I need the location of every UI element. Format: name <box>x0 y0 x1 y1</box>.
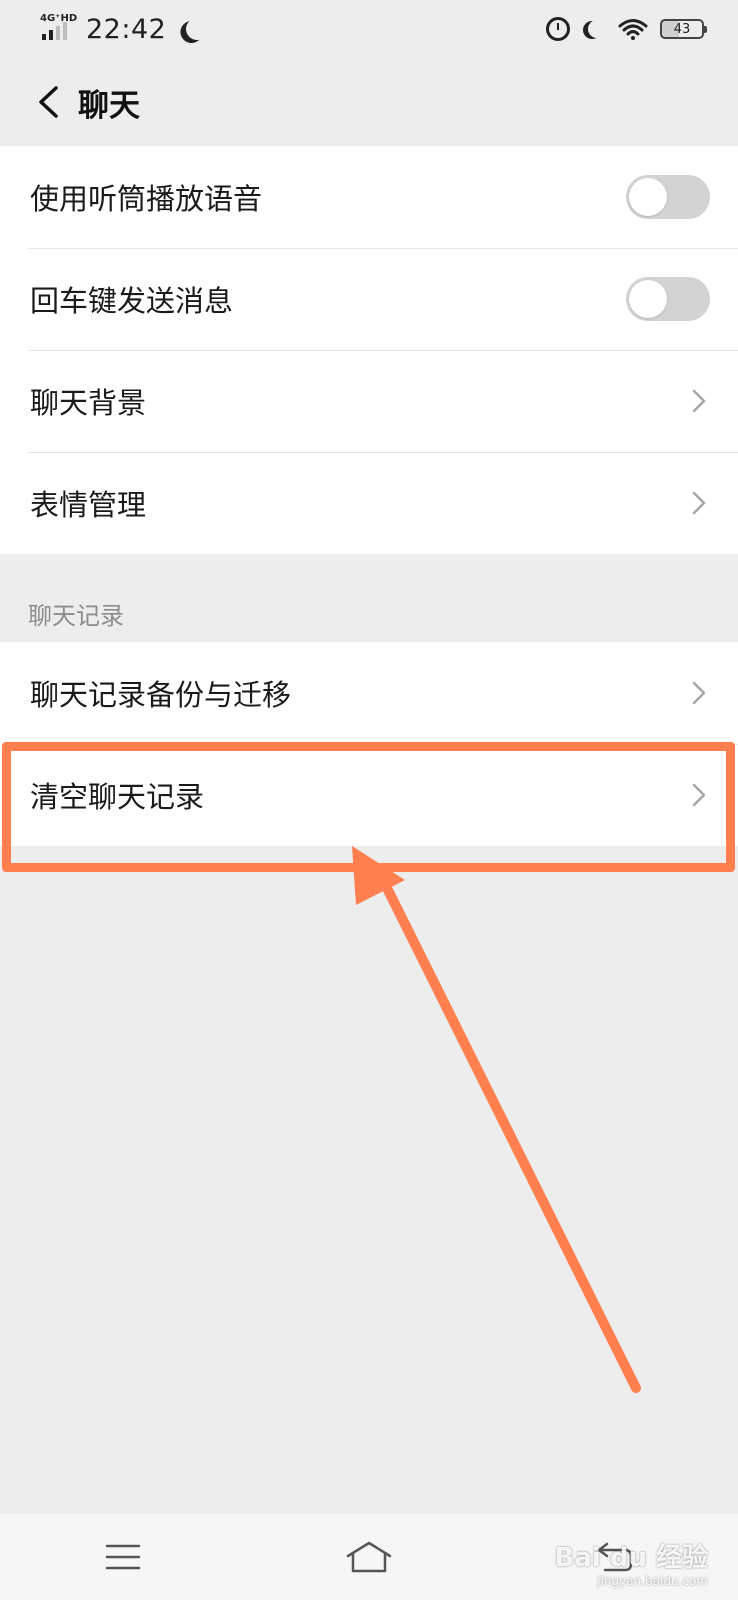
setting-row-chat-background[interactable]: 聊天背景 <box>0 350 738 452</box>
earpiece-toggle[interactable] <box>626 175 710 219</box>
setting-label: 使用听筒播放语音 <box>30 182 263 216</box>
menu-icon[interactable] <box>83 1527 163 1587</box>
setting-row-backup-migrate[interactable]: 聊天记录备份与迁移 <box>0 642 738 744</box>
page-title: 聊天 <box>78 87 140 124</box>
setting-row-enter-send[interactable]: 回车键发送消息 <box>0 248 738 350</box>
chevron-right-icon <box>688 387 710 415</box>
setting-row-clear-chat-history[interactable]: 清空聊天记录 <box>0 744 738 846</box>
chevron-right-icon <box>688 679 710 707</box>
cellular-signal-icon: 4G⁺HD <box>40 14 77 44</box>
chevron-left-icon[interactable] <box>18 72 78 132</box>
enter-send-toggle[interactable] <box>626 277 710 321</box>
battery-level: 43 <box>673 21 691 37</box>
status-time: 22:42 <box>86 13 167 45</box>
chevron-right-icon <box>688 781 710 809</box>
settings-group-general: 使用听筒播放语音 回车键发送消息 聊天背景 表情管理 <box>0 146 738 554</box>
setting-label: 回车键发送消息 <box>30 284 234 318</box>
section-title-chat-history: 聊天记录 <box>28 602 124 630</box>
setting-row-sticker-management[interactable]: 表情管理 <box>0 452 738 554</box>
status-right: 43 <box>546 17 707 41</box>
chevron-right-icon <box>688 489 710 517</box>
baidu-jingyan-watermark: Bai du 经验 jingyan.baidu.com <box>555 1537 709 1588</box>
status-left: 4G⁺HD 22:42 <box>40 14 208 45</box>
setting-label: 聊天记录备份与迁移 <box>30 678 292 712</box>
setting-row-earpiece[interactable]: 使用听筒播放语音 <box>0 146 738 248</box>
wifi-icon <box>618 18 648 40</box>
toggle-knob <box>629 280 667 318</box>
settings-group-chat-history: 聊天记录备份与迁移 清空聊天记录 <box>0 642 738 846</box>
battery-icon: 43 <box>660 19 707 39</box>
moon-icon <box>185 16 210 41</box>
home-icon[interactable] <box>329 1527 409 1587</box>
alarm-icon <box>546 17 570 41</box>
nav-header: 聊天 <box>0 58 738 146</box>
setting-label: 清空聊天记录 <box>30 780 205 814</box>
do-not-disturb-icon <box>588 20 606 38</box>
watermark-url: jingyan.baidu.com <box>597 1574 708 1588</box>
setting-label: 聊天背景 <box>30 386 147 420</box>
watermark-brand: Bai du 经验 <box>554 1543 709 1573</box>
setting-label: 表情管理 <box>30 488 147 522</box>
status-bar: 4G⁺HD 22:42 43 <box>0 0 738 58</box>
toggle-knob <box>629 178 667 216</box>
